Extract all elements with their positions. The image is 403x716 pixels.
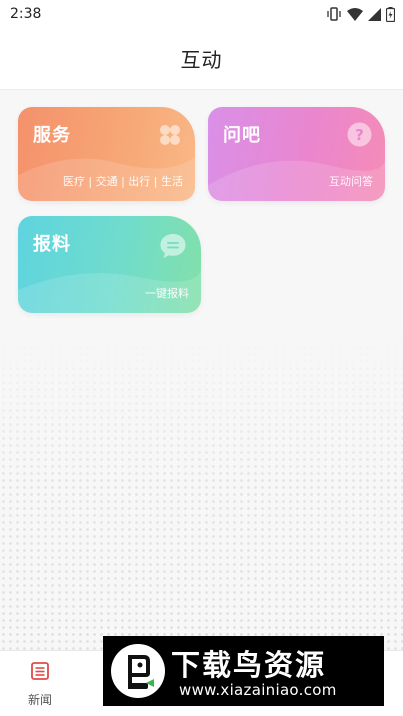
report-card[interactable]: 报料 一键报料 — [18, 216, 201, 313]
app-header: 互动 — [0, 28, 403, 90]
watermark-banner: 下载鸟资源 www.xiazainiao.com — [103, 636, 384, 706]
bird-logo-icon — [110, 643, 166, 703]
signal-icon — [368, 7, 381, 21]
report-card-title: 报料 — [33, 234, 71, 255]
status-bar: 2:38 — [0, 0, 403, 28]
svg-text:?: ? — [355, 126, 364, 144]
vibrate-icon — [326, 7, 342, 21]
watermark-title: 下载鸟资源 — [171, 648, 327, 682]
question-icon: ? — [347, 122, 372, 151]
news-icon — [30, 661, 50, 685]
dotted-background — [0, 330, 403, 650]
clover-icon — [158, 123, 182, 151]
ask-card-title: 问吧 — [223, 125, 261, 146]
service-card[interactable]: 服务 医疗 | 交通 | 出行 | 生活 — [18, 107, 195, 201]
ask-card-subtitle: 互动问答 — [329, 175, 373, 188]
watermark-url: www.xiazainiao.com — [179, 681, 337, 699]
nav-item-label: 新闻 — [27, 693, 52, 707]
service-card-title: 服务 — [33, 125, 71, 146]
nav-item-news[interactable]: 新闻 — [14, 661, 66, 711]
page-title: 互动 — [180, 48, 223, 72]
service-card-subtitle: 医疗 | 交通 | 出行 | 生活 — [62, 175, 183, 188]
wifi-icon — [347, 7, 363, 21]
battery-icon — [386, 6, 395, 22]
report-card-subtitle: 一键报料 — [145, 287, 189, 300]
status-icons — [326, 6, 395, 22]
chat-bubble-icon — [159, 232, 187, 264]
ask-card[interactable]: 问吧 ? 互动问答 — [208, 107, 385, 201]
status-time: 2:38 — [10, 6, 42, 22]
